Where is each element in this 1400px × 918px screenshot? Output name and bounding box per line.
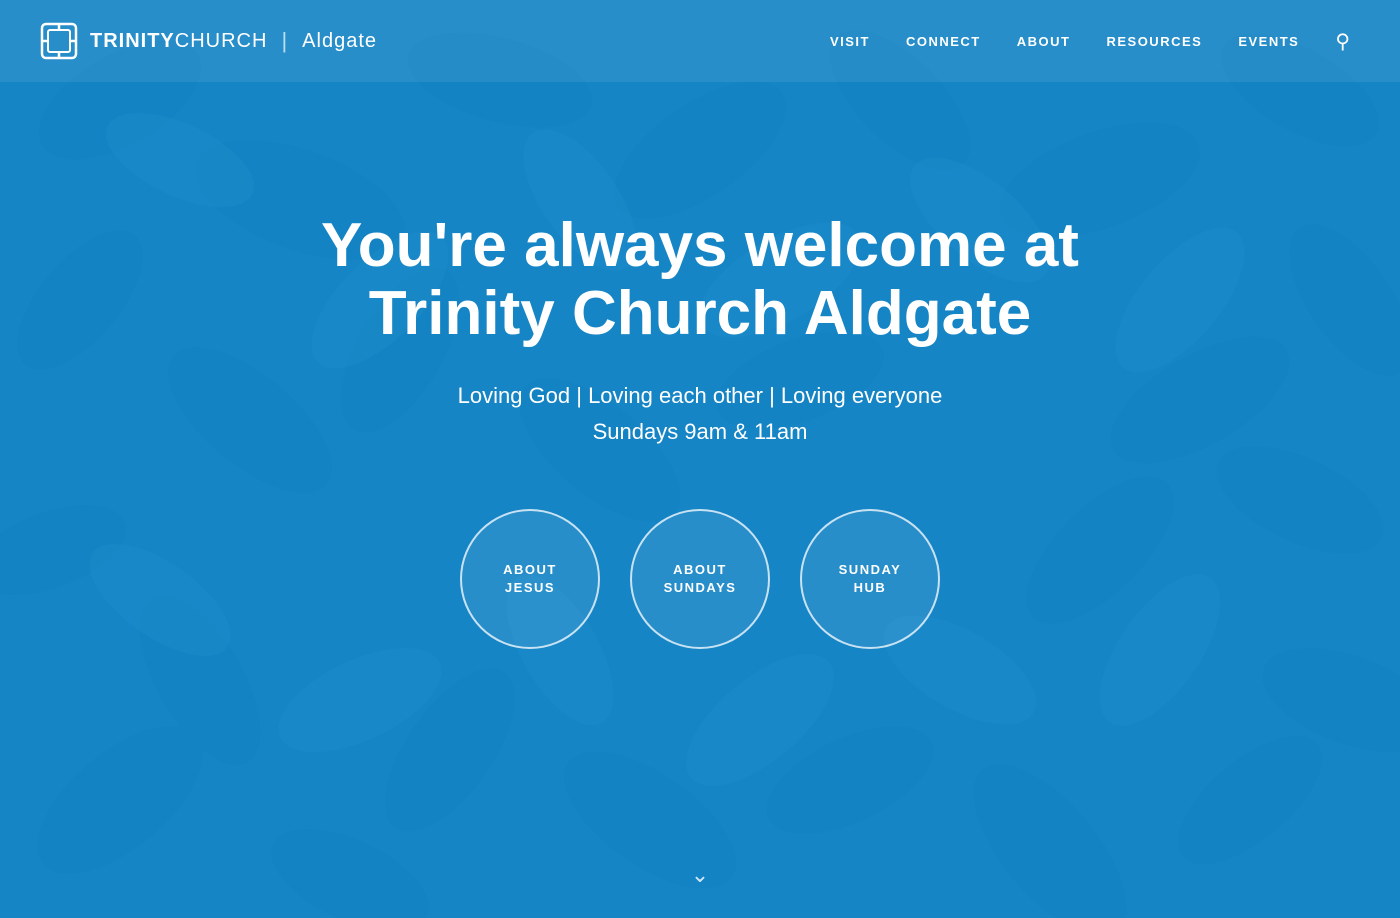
nav-about[interactable]: ABOUT bbox=[1017, 34, 1071, 49]
hero-section: TRINITY CHURCH | Aldgate VISIT CONNECT A… bbox=[0, 0, 1400, 918]
logo-text: TRINITY CHURCH | Aldgate bbox=[90, 28, 377, 54]
about-sundays-btn[interactable]: ABOUTSUNDAYS bbox=[630, 509, 770, 649]
circle-buttons: ABOUTJESUS ABOUTSUNDAYS SUNDAYHUB bbox=[460, 509, 940, 649]
nav-connect[interactable]: CONNECT bbox=[906, 34, 981, 49]
logo-area[interactable]: TRINITY CHURCH | Aldgate bbox=[40, 22, 377, 60]
hero-title: You're always welcome at Trinity Church … bbox=[300, 212, 1100, 348]
about-jesus-btn[interactable]: ABOUTJESUS bbox=[460, 509, 600, 649]
search-icon[interactable]: ⚲ bbox=[1335, 29, 1350, 54]
nav-resources[interactable]: RESOURCES bbox=[1106, 34, 1202, 49]
nav-events[interactable]: EVENTS bbox=[1238, 34, 1299, 49]
hero-content: You're always welcome at Trinity Church … bbox=[300, 212, 1100, 649]
nav-visit[interactable]: VISIT bbox=[830, 34, 870, 49]
sunday-hub-btn[interactable]: SUNDAYHUB bbox=[800, 509, 940, 649]
hero-subtitle: Loving God | Loving each other | Loving … bbox=[458, 378, 943, 448]
scroll-down-icon[interactable]: ⌄ bbox=[691, 862, 709, 888]
navbar: TRINITY CHURCH | Aldgate VISIT CONNECT A… bbox=[0, 0, 1400, 82]
logo-icon bbox=[40, 22, 78, 60]
nav-links: VISIT CONNECT ABOUT RESOURCES EVENTS ⚲ bbox=[830, 29, 1350, 54]
